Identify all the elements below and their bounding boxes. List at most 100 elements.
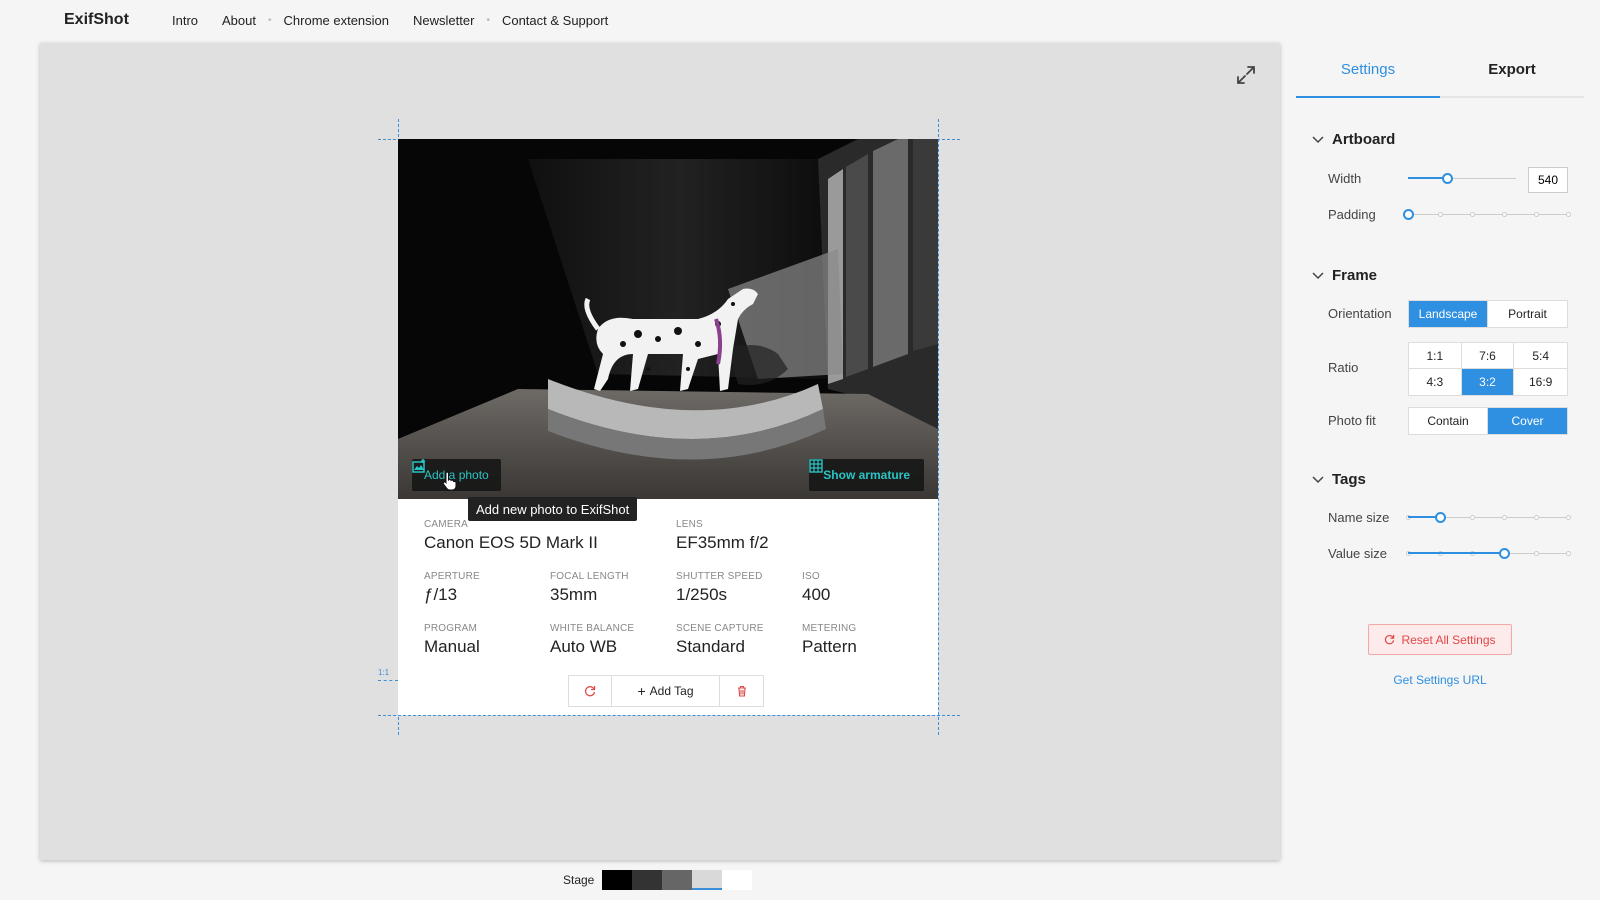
- ratio-option[interactable]: 4:3: [1409, 369, 1462, 395]
- slider-tick: [1566, 515, 1571, 520]
- exif-white-balance[interactable]: White Balance Auto WB: [550, 623, 634, 657]
- exif-shutter-speed[interactable]: Shutter Speed 1/250s: [676, 571, 763, 605]
- refresh-tags-button[interactable]: [569, 676, 612, 706]
- exif-value: Standard: [676, 637, 745, 656]
- ratio-option[interactable]: 7:6: [1461, 343, 1515, 369]
- panel-tabs: Settings Export: [1296, 43, 1584, 98]
- width-input[interactable]: [1528, 167, 1568, 193]
- exif-value: Canon EOS 5D Mark II: [424, 533, 598, 552]
- nav-chrome-extension[interactable]: Chrome extension: [284, 13, 390, 28]
- width-slider[interactable]: [1408, 172, 1516, 186]
- nav-separator: •: [268, 15, 272, 26]
- exif-metering[interactable]: Metering Pattern: [802, 623, 857, 657]
- slider-tick: [1502, 212, 1507, 217]
- photo[interactable]: Add a photo Show armature: [398, 139, 938, 499]
- nav-separator: •: [486, 15, 490, 26]
- slider-tick: [1566, 212, 1571, 217]
- stage-swatch[interactable]: [632, 870, 663, 890]
- exif-lens[interactable]: Lens EF35mm f/2: [676, 519, 769, 553]
- photo-fit-label: Photo fit: [1328, 413, 1376, 428]
- exif-label: Lens: [676, 519, 703, 530]
- slider-tick: [1534, 515, 1539, 520]
- ratio-option[interactable]: 16:9: [1514, 369, 1567, 395]
- ratio-guide: [378, 680, 398, 681]
- exif-value: 35mm: [550, 585, 598, 604]
- exif-aperture[interactable]: Aperture ƒ/13: [424, 571, 480, 605]
- hand-cursor-icon: [442, 471, 457, 491]
- frame-section-header[interactable]: Frame: [1312, 267, 1377, 284]
- slider-knob[interactable]: [1403, 209, 1414, 220]
- padding-slider[interactable]: [1403, 208, 1571, 222]
- exif-iso[interactable]: ISO 400: [802, 571, 830, 605]
- add-tag-label: Add Tag: [649, 684, 694, 698]
- ratio-option[interactable]: 3:2: [1461, 369, 1515, 395]
- slider-tick: [1470, 212, 1475, 217]
- tab-export[interactable]: Export: [1440, 43, 1584, 96]
- refresh-icon: [1385, 634, 1395, 645]
- stage-swatch[interactable]: [722, 870, 753, 890]
- exif-label: Focal Length: [550, 571, 629, 582]
- nav-about[interactable]: About: [222, 13, 256, 28]
- stage-swatch[interactable]: [602, 870, 633, 890]
- refresh-icon: [584, 686, 596, 697]
- slider-track[interactable]: [1408, 214, 1568, 215]
- slider-tick: [1534, 212, 1539, 217]
- reset-settings-button[interactable]: Reset All Settings: [1368, 624, 1512, 655]
- stage-swatch[interactable]: [662, 870, 693, 890]
- photo-image: [398, 139, 938, 499]
- ratio-option[interactable]: 1:1: [1409, 343, 1462, 369]
- chevron-down-icon: [1312, 271, 1324, 279]
- settings-panel: Settings Export Artboard Width Padding F…: [1296, 43, 1584, 900]
- exif-label: Aperture: [424, 571, 480, 582]
- plus-icon: +: [637, 683, 646, 699]
- name-size-slider[interactable]: [1406, 511, 1571, 525]
- nav-contact-support[interactable]: Contact & Support: [502, 13, 608, 28]
- orientation-option[interactable]: Landscape: [1409, 301, 1488, 327]
- exif-label: Shutter Speed: [676, 571, 763, 582]
- stage-swatch[interactable]: [692, 870, 723, 890]
- swatch-list: [602, 870, 753, 890]
- exif-focal-length[interactable]: Focal Length 35mm: [550, 571, 629, 605]
- value-size-slider[interactable]: [1406, 547, 1571, 561]
- orientation-option[interactable]: Portrait: [1488, 301, 1567, 327]
- grid-icon: [809, 459, 823, 473]
- slider-knob[interactable]: [1435, 512, 1446, 523]
- exif-program[interactable]: Program Manual: [424, 623, 480, 657]
- show-armature-button[interactable]: Show armature: [809, 459, 924, 491]
- artboard-section-header[interactable]: Artboard: [1312, 131, 1395, 148]
- ratio-selector: 1:1 7:6 5:4 4:3 3:2 16:9: [1408, 342, 1568, 396]
- tab-settings[interactable]: Settings: [1296, 43, 1440, 98]
- slider-fill: [1408, 552, 1504, 554]
- ratio-option[interactable]: 5:4: [1514, 343, 1567, 369]
- photo-fit-option[interactable]: Cover: [1488, 408, 1567, 434]
- photo-fit-option[interactable]: Contain: [1409, 408, 1488, 434]
- stage: 1:1 Add a photo Show armature CAMERA Can…: [40, 43, 1280, 860]
- slider-tick: [1502, 515, 1507, 520]
- tags-section-header[interactable]: Tags: [1312, 471, 1366, 488]
- exif-label: White Balance: [550, 623, 635, 634]
- slider-knob[interactable]: [1499, 548, 1510, 559]
- trash-icon: [737, 685, 746, 697]
- photo-fit-toggle: Contain Cover: [1408, 407, 1568, 435]
- delete-tags-button[interactable]: [720, 676, 763, 706]
- get-settings-url-link[interactable]: Get Settings URL: [1296, 673, 1584, 687]
- stage-background-picker: Stage: [563, 870, 753, 890]
- add-tag-button[interactable]: + Add Tag: [612, 676, 720, 706]
- nav-newsletter[interactable]: Newsletter: [413, 13, 474, 28]
- exif-value: Auto WB: [550, 637, 618, 656]
- slider-knob[interactable]: [1441, 173, 1453, 184]
- exif-label: ISO: [802, 571, 820, 582]
- nav-intro[interactable]: Intro: [172, 13, 198, 28]
- artboard-guide-right: [938, 119, 939, 735]
- show-armature-label: Show armature: [823, 468, 910, 482]
- exif-scene-capture[interactable]: Scene Capture Standard: [676, 623, 764, 657]
- exif-value: 400: [802, 585, 831, 604]
- fullscreen-icon[interactable]: [1234, 63, 1258, 87]
- slider-tick: [1438, 212, 1443, 217]
- brand-logo[interactable]: ExifShot: [64, 11, 129, 29]
- exif-label: Program: [424, 623, 478, 634]
- add-photo-icon: [412, 459, 425, 473]
- exif-camera[interactable]: Camera Canon EOS 5D Mark II: [424, 519, 598, 553]
- width-label: Width: [1328, 171, 1362, 186]
- nav-links: Intro About • Chrome extension Newslette…: [172, 13, 608, 28]
